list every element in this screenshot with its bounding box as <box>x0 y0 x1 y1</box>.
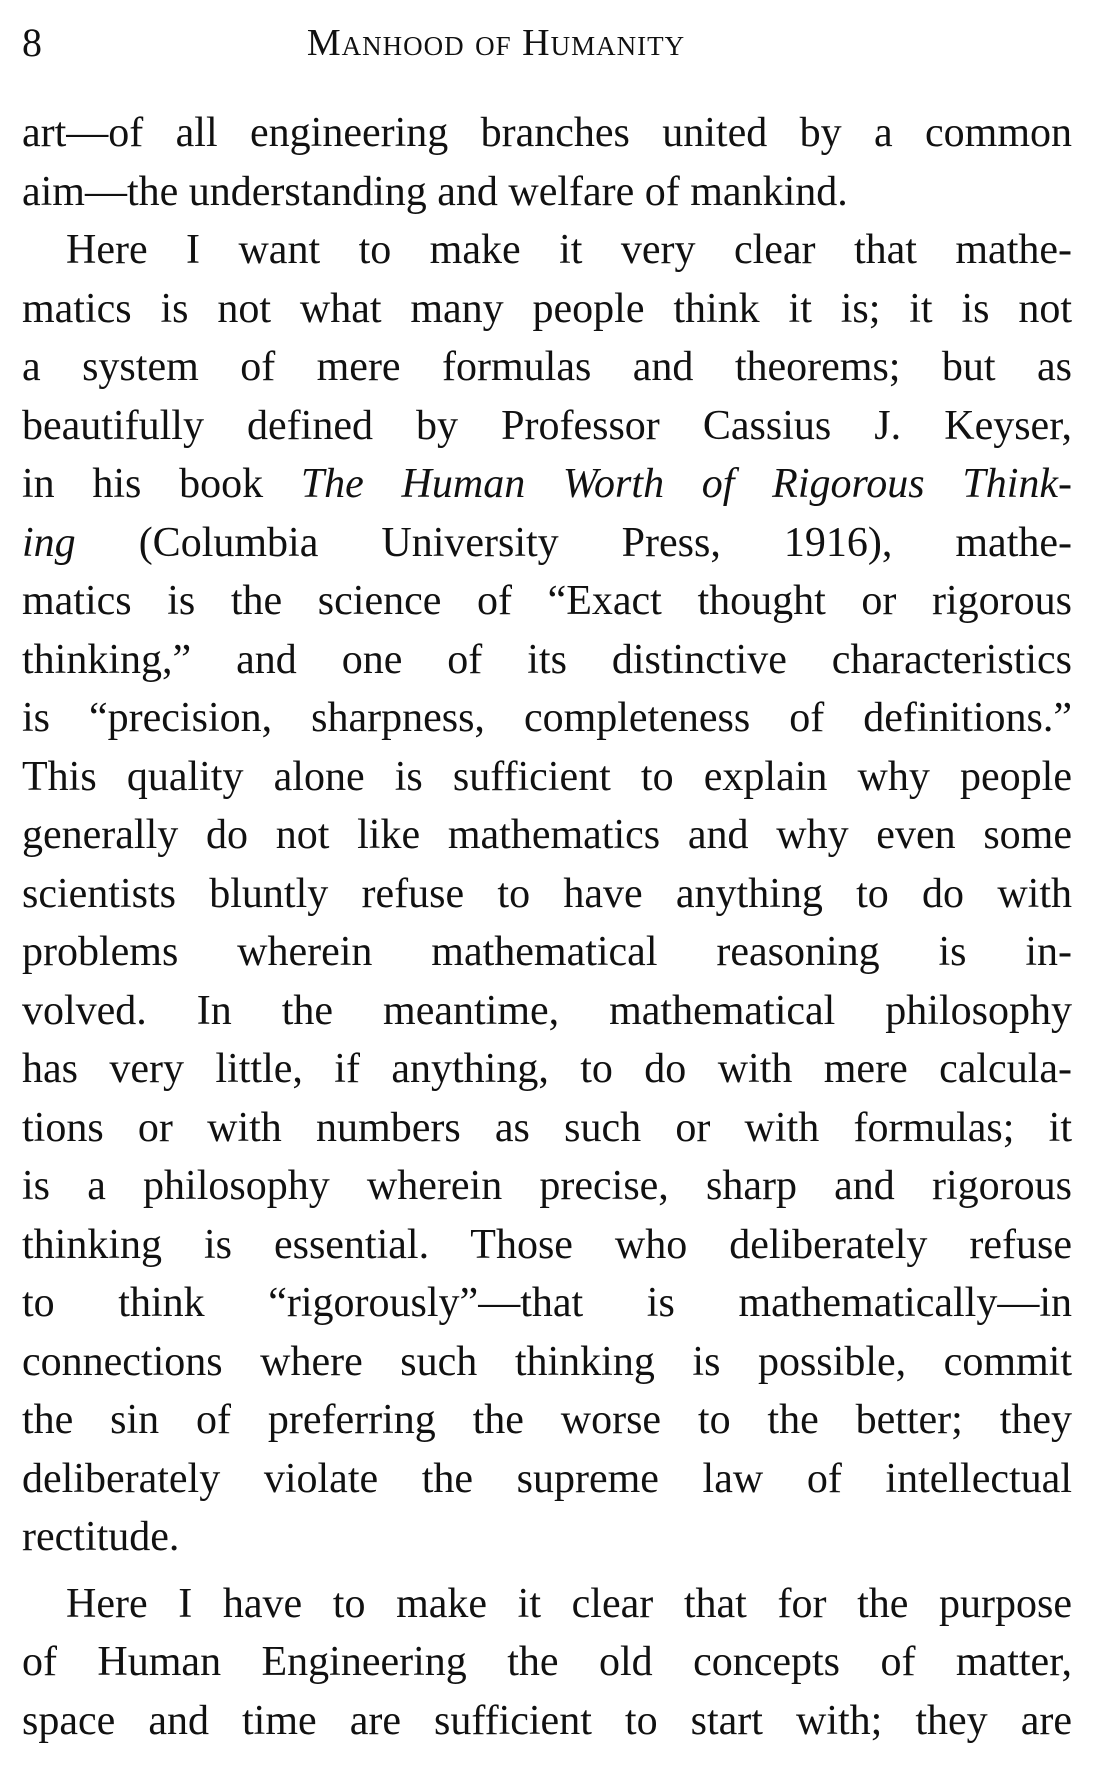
text-line: tions or with numbers as such or with fo… <box>22 1104 1072 1151</box>
body-text: art—of all engineering branches united b… <box>22 104 1072 1750</box>
book-page: 8 Manhood of Humanity art—of all enginee… <box>0 0 1100 1767</box>
text-line: in his book The Human Worth of Rigorous … <box>22 455 1072 514</box>
text-line: connections where such thinking is possi… <box>22 1338 1072 1385</box>
text-line: of Human Engineering the old concepts of… <box>22 1639 1072 1685</box>
text-line: ing (Columbia University Press, 1916), m… <box>22 514 1072 573</box>
text-line: thinking,” and one of its distinctive ch… <box>22 636 1072 683</box>
paragraph-human-engineering: Here I have to make it clear that for th… <box>22 1575 1072 1751</box>
text-line: This quality alone is sufficient to expl… <box>22 753 1072 800</box>
paragraph-continued: art—of all engineering branches united b… <box>22 104 1072 221</box>
running-head: 8 Manhood of Humanity <box>22 18 970 68</box>
text-line: art—of all engineering branches united b… <box>22 110 1072 156</box>
text-line: problems wherein mathematical reasoning … <box>22 929 1072 975</box>
running-title: Manhood of Humanity <box>306 22 686 64</box>
text-line: scientists bluntly refuse to have anythi… <box>22 870 1072 917</box>
paragraph-mathematics: Here I want to make it very clear that m… <box>22 221 1072 1567</box>
text-line: to think “rigorously”—that is mathematic… <box>22 1280 1072 1326</box>
text-line: generally do not like mathematics and wh… <box>22 812 1072 858</box>
text-line: Here I want to make it very clear that m… <box>66 227 1072 273</box>
text-fragment: in his book <box>22 461 301 507</box>
text-line: has very little, if anything, to do with… <box>22 1046 1072 1092</box>
text-line: a system of mere formulas and theorems; … <box>22 344 1072 390</box>
text-line: matics is the science of “Exact thought … <box>22 578 1072 624</box>
text-line: aim—the understanding and welfare of man… <box>22 168 848 215</box>
text-line: volved. In the meantime, mathematical ph… <box>22 987 1072 1034</box>
text-line: is “precision, sharpness, completeness o… <box>22 695 1072 741</box>
text-fragment: (Columbia University Press, 1916), mathe… <box>75 519 1072 566</box>
text-line: deliberately violate the supreme law of … <box>22 1455 1072 1502</box>
text-line: Here I have to make it clear that for th… <box>66 1580 1072 1627</box>
book-title-italic: ing <box>22 519 76 566</box>
text-line: space and time are sufficient to start w… <box>22 1697 1072 1744</box>
text-line: beautifully defined by Professor Cassius… <box>22 402 1072 449</box>
book-title-italic: The Human Worth of Rigorous Think- <box>300 461 1072 507</box>
text-line: matics is not what many people think it … <box>22 285 1072 332</box>
text-line: is a philosophy wherein precise, sharp a… <box>22 1163 1072 1209</box>
text-line: thinking is essential. Those who deliber… <box>22 1221 1072 1268</box>
text-line: rectitude. <box>22 1514 180 1560</box>
text-line: the sin of preferring the worse to the b… <box>22 1397 1072 1443</box>
